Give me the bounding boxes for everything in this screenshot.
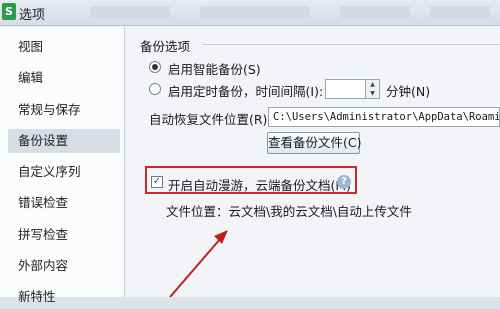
sidebar-item-error-check[interactable]: 错误检查 [8,191,120,215]
smart-backup-label: 启用智能备份(S) [168,62,261,77]
view-backup-files-button[interactable]: 查看备份文件(C) [267,132,361,154]
autorecover-path-field[interactable]: C:\Users\Administrator\AppData\Roaming\k… [268,107,500,127]
sidebar-item-custom-list[interactable]: 自定义序列 [8,160,120,184]
smart-backup-radio[interactable] [149,61,161,73]
options-sidebar: 视图 编辑 常规与保存 备份设置 自定义序列 错误检查 拼写检查 外部内容 新特… [0,27,125,304]
sidebar-item-view[interactable]: 视图 [8,35,120,59]
timed-backup-label: 启用定时备份，时间间隔(I): [168,84,324,99]
sidebar-item-external-content[interactable]: 外部内容 [8,254,120,278]
auto-roam-checkbox[interactable]: ✓ [151,176,163,188]
stepper-up-icon[interactable]: ▲ [365,80,379,89]
interval-unit-label: 分钟(N) [386,84,431,99]
options-dialog: S 选项 视图 编辑 常规与保存 备份设置 自定义序列 错误检查 拼写检查 外部… [0,0,500,304]
sidebar-item-backup[interactable]: 备份设置 [8,129,120,153]
group-divider [202,44,500,45]
sidebar-item-general-save[interactable]: 常规与保存 [8,98,120,122]
autorecover-location-label: 自动恢复文件位置(R): [149,112,272,127]
interval-stepper[interactable]: ▲ ▼ [325,79,380,99]
title-bar: S 选项 [0,0,500,26]
help-icon[interactable]: ? [337,175,351,189]
window-title: 选项 [19,8,46,23]
sidebar-item-edit[interactable]: 编辑 [8,66,120,90]
toolbar-placeholder [340,6,410,18]
wps-spreadsheet-icon: S [2,3,16,20]
toolbar-placeholder [90,6,170,18]
sidebar-item-new-features[interactable]: 新特性 [8,285,120,309]
toolbar-placeholder [430,6,490,18]
toolbar-placeholder [200,6,310,18]
sidebar-item-spell-check[interactable]: 拼写检查 [8,223,120,247]
auto-roam-label: 开启自动漫游，云端备份文档(M) [168,178,352,193]
backup-options-group-title: 备份选项 [140,39,191,54]
stepper-down-icon[interactable]: ▼ [365,89,379,98]
file-location-text: 文件位置：云文档\我的云文档\自动上传文件 [166,204,412,219]
timed-backup-radio[interactable] [149,83,161,95]
